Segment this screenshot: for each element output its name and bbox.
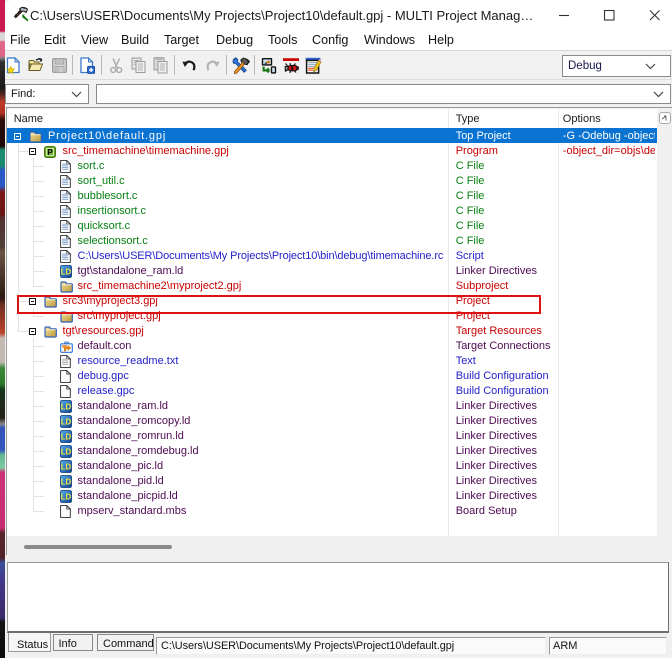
svg-text:LD: LD xyxy=(61,267,72,276)
svg-text:P: P xyxy=(48,148,54,157)
svg-text:LD: LD xyxy=(61,402,72,411)
svg-text:LD: LD xyxy=(61,462,72,471)
svg-text:LD: LD xyxy=(61,477,72,486)
svg-text:LD: LD xyxy=(61,492,72,501)
svg-text:LD: LD xyxy=(61,447,72,456)
svg-text:LD: LD xyxy=(61,432,72,441)
svg-text:LD: LD xyxy=(61,417,72,426)
